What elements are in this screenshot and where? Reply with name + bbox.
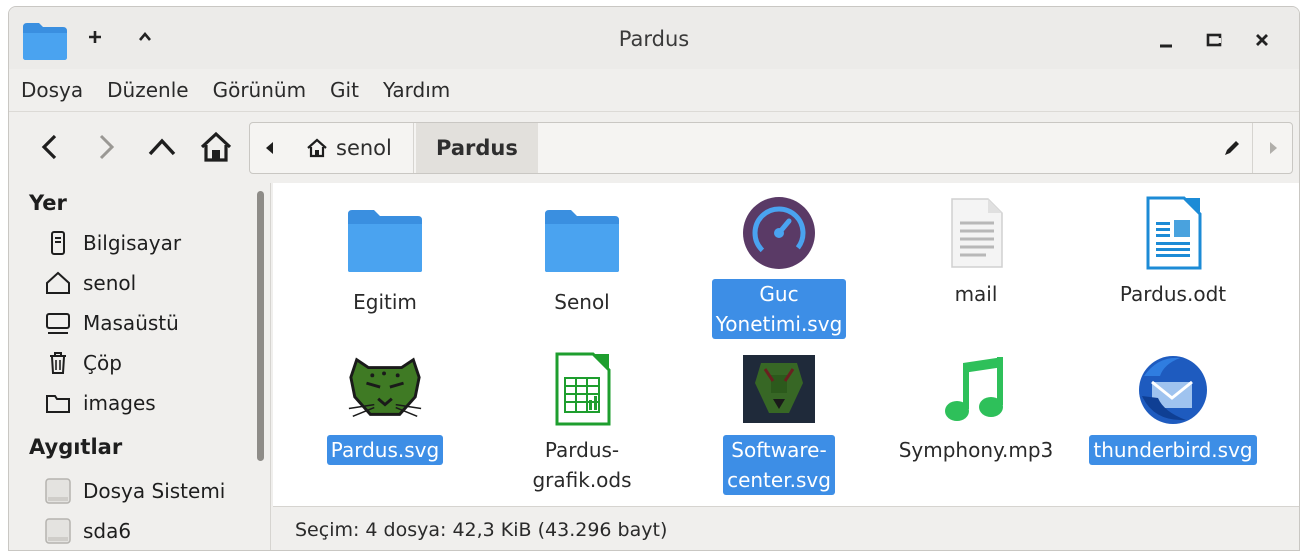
- breadcrumb-label: senol: [336, 136, 392, 160]
- sidebar-item-label: senol: [83, 271, 137, 295]
- minimize-icon: [1160, 44, 1172, 48]
- close-icon: [1256, 34, 1268, 46]
- writer-document-icon: [1133, 193, 1213, 273]
- sidebar-section-devices: Aygıtlar: [29, 435, 123, 459]
- sidebar-item-desktop[interactable]: Masaüstü: [43, 305, 179, 341]
- folder-icon: [43, 389, 73, 417]
- title-bar: Pardus: [9, 7, 1299, 69]
- home-icon: [43, 269, 73, 297]
- computer-icon: [43, 229, 73, 257]
- trash-icon: [43, 349, 73, 377]
- restore-icon: [1206, 33, 1222, 47]
- sidebar-item-images[interactable]: images: [43, 385, 156, 421]
- drive-icon: [43, 477, 73, 505]
- power-gauge-icon: [739, 193, 819, 273]
- file-item-pardus-grafik[interactable]: Pardus- grafik.ods: [487, 349, 677, 495]
- sidebar-item-computer[interactable]: Bilgisayar: [43, 225, 181, 261]
- breadcrumb-current[interactable]: Pardus: [416, 123, 538, 173]
- sidebar-item-label: Bilgisayar: [83, 231, 182, 255]
- triangle-left-icon: [266, 142, 273, 154]
- sidebar-scrollbar[interactable]: [255, 183, 265, 550]
- triangle-right-icon: [1269, 142, 1277, 154]
- pencil-icon: [1225, 141, 1239, 155]
- sidebar-item-sda6[interactable]: sda6: [43, 513, 131, 549]
- file-name: Pardus.svg: [326, 435, 444, 465]
- navigation-toolbar: senol Pardus: [9, 111, 1299, 183]
- file-name: Pardus- grafik.ods: [532, 438, 632, 492]
- menu-file[interactable]: Dosya: [21, 78, 83, 102]
- chevron-right-icon: [99, 134, 115, 160]
- sidebar-item-label: images: [83, 391, 156, 415]
- sidebar-item-filesystem[interactable]: Dosya Sistemi: [43, 473, 225, 509]
- path-bar: senol Pardus: [249, 122, 1293, 174]
- file-item-guc-yonetimi[interactable]: Guc Yonetimi.svg: [684, 193, 874, 339]
- file-item-senol[interactable]: Senol: [487, 201, 677, 317]
- file-name: thunderbird.svg: [1089, 435, 1257, 465]
- file-name: Software- center.svg: [723, 435, 835, 495]
- menu-go[interactable]: Git: [330, 78, 359, 102]
- menu-view[interactable]: Görünüm: [213, 78, 306, 102]
- sidebar-section-places: Yer: [29, 191, 67, 215]
- file-item-software-center[interactable]: Software- center.svg: [684, 349, 874, 495]
- file-item-pardus-svg[interactable]: Pardus.svg: [290, 349, 480, 465]
- file-manager-window: Pardus Dosya Düzenle Görünüm Git Yardım: [8, 6, 1300, 551]
- file-name: mail: [954, 282, 998, 306]
- sidebar-item-label: Masaüstü: [83, 311, 179, 335]
- menu-help[interactable]: Yardım: [383, 78, 450, 102]
- text-document-icon: [936, 193, 1016, 273]
- path-scroll-right-button[interactable]: [1252, 123, 1292, 173]
- status-bar: Seçim: 4 dosya: 42,3 KiB (43.296 bayt): [273, 506, 1299, 550]
- home-icon: [307, 138, 327, 158]
- drive-icon: [43, 517, 73, 545]
- file-name: Senol: [554, 290, 610, 314]
- sidebar-scroll-thumb[interactable]: [257, 191, 264, 461]
- chevron-up-icon: [148, 138, 176, 156]
- home-button[interactable]: [197, 128, 235, 166]
- thunderbird-icon: [1133, 349, 1213, 429]
- file-item-thunderbird[interactable]: thunderbird.svg: [1078, 349, 1268, 465]
- minimize-button[interactable]: [1151, 25, 1181, 55]
- breadcrumb-label: Pardus: [436, 136, 518, 160]
- file-name: Guc Yonetimi.svg: [711, 279, 847, 339]
- path-scroll-left-button[interactable]: [250, 123, 290, 173]
- forward-button[interactable]: [87, 128, 125, 166]
- chevron-left-icon: [41, 134, 57, 160]
- menu-bar: Dosya Düzenle Görünüm Git Yardım: [9, 69, 1299, 111]
- sidebar-item-trash[interactable]: Çöp: [43, 345, 122, 381]
- close-button[interactable]: [1247, 25, 1277, 55]
- file-item-mail[interactable]: mail: [881, 193, 1071, 309]
- sidebar-item-label: sda6: [83, 519, 132, 543]
- places-sidebar: Yer Bilgisayar senol Masaüstü Çöp images…: [9, 183, 271, 550]
- calc-spreadsheet-icon: [542, 349, 622, 429]
- parent-folder-button[interactable]: [143, 128, 181, 166]
- file-item-pardus-odt[interactable]: Pardus.odt: [1078, 193, 1268, 309]
- back-button[interactable]: [31, 128, 69, 166]
- file-name: Pardus.odt: [1119, 282, 1227, 306]
- file-name: Symphony.mp3: [898, 438, 1054, 462]
- menu-edit[interactable]: Düzenle: [107, 78, 188, 102]
- file-name: Egitim: [353, 290, 417, 314]
- sidebar-item-label: Dosya Sistemi: [83, 479, 226, 503]
- music-note-icon: [936, 349, 1016, 429]
- pardus-panther-icon: [345, 349, 425, 429]
- selection-status-text: Seçim: 4 dosya: 42,3 KiB (43.296 bayt): [295, 518, 668, 541]
- sidebar-item-home[interactable]: senol: [43, 265, 136, 301]
- file-view: Egitim Senol Guc Yonetimi.svg mail Pardu…: [273, 183, 1299, 506]
- sidebar-item-label: Çöp: [83, 351, 122, 375]
- maximize-button[interactable]: [1199, 25, 1229, 55]
- edit-path-button[interactable]: [1212, 123, 1252, 173]
- breadcrumb-home[interactable]: senol: [294, 123, 414, 173]
- window-title: Pardus: [618, 27, 690, 51]
- software-center-icon: [739, 349, 819, 429]
- folder-icon: [542, 201, 622, 281]
- desktop-icon: [43, 309, 73, 337]
- folder-icon: [345, 201, 425, 281]
- file-item-symphony[interactable]: Symphony.mp3: [881, 349, 1071, 465]
- file-item-egitim[interactable]: Egitim: [290, 201, 480, 317]
- home-icon: [200, 131, 232, 162]
